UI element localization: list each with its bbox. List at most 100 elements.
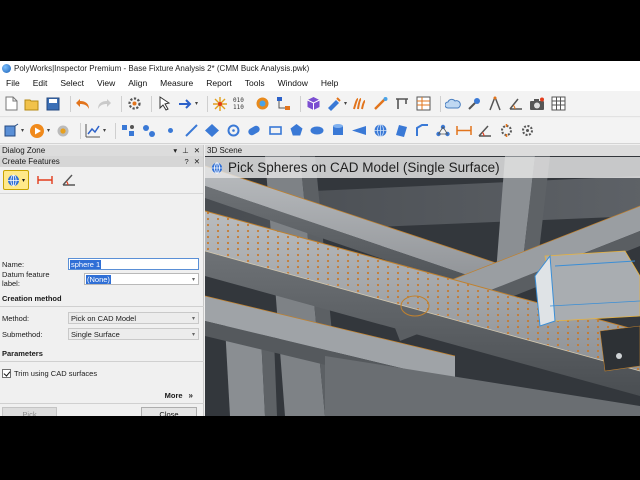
creation-method-heading: Creation method (2, 294, 62, 303)
trim-cad-surfaces-option[interactable]: Trim using CAD surfaces (2, 369, 97, 378)
open-folder-icon[interactable] (24, 96, 40, 112)
save-icon[interactable] (45, 96, 61, 112)
cylinder-feature-icon[interactable] (330, 123, 346, 139)
color-map-icon[interactable] (254, 96, 270, 112)
angle-icon[interactable] (477, 123, 493, 139)
circle-feature-icon[interactable] (225, 123, 241, 139)
method-row: Method: Pick on CAD Model ▾ (2, 312, 200, 324)
cloud-points-icon[interactable] (445, 96, 461, 112)
compass-icon[interactable] (487, 96, 503, 112)
dropdown-arrow-icon[interactable]: ▾ (20, 123, 25, 139)
double-chevron-down-icon: » (188, 391, 193, 400)
surface-feature-icon[interactable] (393, 123, 409, 139)
menu-edit[interactable]: Edit (33, 78, 48, 88)
datum-label: Datum feature label: (2, 270, 50, 288)
datum-system-icon[interactable] (435, 123, 451, 139)
dropdown-arrow-icon[interactable]: ▾ (46, 123, 51, 139)
measure-wand-icon[interactable] (373, 96, 389, 112)
dropdown-arrow-icon[interactable]: ▾ (343, 96, 348, 112)
rectangle-feature-icon[interactable] (267, 123, 283, 139)
trim-checkbox[interactable] (2, 369, 11, 378)
point-feature-icon[interactable] (162, 123, 178, 139)
binary-data-icon[interactable]: 010 110 (233, 96, 249, 112)
chevron-down-icon: ▾ (191, 332, 195, 338)
close-icon[interactable]: ✕ (194, 157, 200, 166)
record-icon[interactable] (55, 123, 71, 139)
cad-model-render[interactable] (205, 156, 640, 416)
caliper-icon[interactable] (394, 96, 410, 112)
distance-tool-button[interactable] (35, 170, 55, 190)
edge-feature-icon[interactable] (414, 123, 430, 139)
probe-arrow-icon[interactable] (326, 96, 342, 112)
pin-icon[interactable]: ⊥ (182, 146, 189, 155)
angle-measure-icon[interactable] (508, 96, 524, 112)
name-input[interactable]: sphere 1 (68, 258, 199, 270)
transform-gear-icon[interactable] (498, 123, 514, 139)
fireworks-icon[interactable] (212, 96, 228, 112)
select-arrow-icon[interactable] (177, 96, 193, 112)
report-table-icon[interactable] (415, 96, 431, 112)
menu-align[interactable]: Align (128, 78, 147, 88)
object-tree-icon[interactable] (275, 96, 291, 112)
polyworks-logo-icon (2, 63, 11, 73)
globe-icon (211, 161, 223, 174)
pick-tool-button[interactable]: ▾ (3, 170, 29, 190)
pick-button[interactable]: Pick (2, 407, 57, 416)
align-cube-icon[interactable] (3, 123, 19, 139)
close-button[interactable]: Close (141, 407, 197, 416)
title-bar: PolyWorks|Inspector Premium - Base Fixtu… (0, 61, 640, 75)
datum-feature-select[interactable]: (None) ▾ (84, 273, 199, 285)
method-value: Pick on CAD Model (71, 313, 137, 323)
chart-graph-icon[interactable] (85, 123, 101, 139)
help-icon[interactable]: ? (185, 157, 189, 166)
dropdown-arrow-icon[interactable]: ▾ (194, 96, 199, 112)
menu-view[interactable]: View (97, 78, 115, 88)
scene-header: 3D Scene (205, 145, 640, 156)
angle-tool-button[interactable] (59, 170, 79, 190)
scene-3d-viewport[interactable]: 3D Scene Pick Spheres on CAD Model (Sing… (205, 145, 640, 416)
chevron-down-icon: ▾ (191, 276, 195, 283)
settings-gear-icon[interactable] (126, 96, 142, 112)
divider (0, 306, 204, 307)
polygon-feature-icon[interactable] (288, 123, 304, 139)
menu-measure[interactable]: Measure (160, 78, 193, 88)
camera-icon[interactable] (529, 96, 545, 112)
menu-file[interactable]: File (6, 78, 20, 88)
create-features-toolbar: ▾ (0, 167, 203, 194)
menu-tools[interactable]: Tools (245, 78, 265, 88)
slot-feature-icon[interactable] (246, 123, 262, 139)
settings-icon[interactable] (519, 123, 535, 139)
menu-window[interactable]: Window (278, 78, 308, 88)
application-window: PolyWorks|Inspector Premium - Base Fixtu… (0, 61, 640, 416)
new-file-icon[interactable] (3, 96, 19, 112)
fingers-align-icon[interactable] (352, 96, 368, 112)
cone-feature-icon[interactable] (351, 123, 367, 139)
dropdown-arrow-icon[interactable]: ▾ (102, 123, 107, 139)
submethod-select[interactable]: Single Surface ▾ (68, 328, 199, 340)
dialog-zone-panel: Dialog Zone ▾ ⊥ ✕ Create Features ? ✕ ▾ (0, 145, 204, 416)
method-select[interactable]: Pick on CAD Model ▾ (68, 312, 199, 324)
dropdown-arrow-icon[interactable]: ▾ (173, 146, 177, 155)
close-icon[interactable]: ✕ (194, 146, 200, 155)
line-feature-icon[interactable] (183, 123, 199, 139)
ellipse-feature-icon[interactable] (309, 123, 325, 139)
points-cluster-icon[interactable] (120, 123, 136, 139)
more-toggle[interactable]: More » (165, 391, 193, 400)
table-grid-icon[interactable] (550, 96, 566, 112)
plane-feature-icon[interactable] (204, 123, 220, 139)
cube-data-icon[interactable] (305, 96, 321, 112)
distance-icon[interactable] (456, 123, 472, 139)
menu-select[interactable]: Select (60, 78, 84, 88)
pick-cursor-icon[interactable] (156, 96, 172, 112)
play-icon[interactable] (29, 123, 45, 139)
toolbar-separator (115, 122, 116, 139)
menu-help[interactable]: Help (321, 78, 338, 88)
probe-tool-icon[interactable] (466, 96, 482, 112)
menu-report[interactable]: Report (206, 78, 232, 88)
toolbar-separator (70, 95, 71, 112)
sphere-feature-icon[interactable] (372, 123, 388, 139)
redo-icon[interactable] (96, 96, 112, 112)
undo-icon[interactable] (75, 96, 91, 112)
points-pair-icon[interactable] (141, 123, 157, 139)
submethod-label: Submethod: (2, 329, 43, 339)
